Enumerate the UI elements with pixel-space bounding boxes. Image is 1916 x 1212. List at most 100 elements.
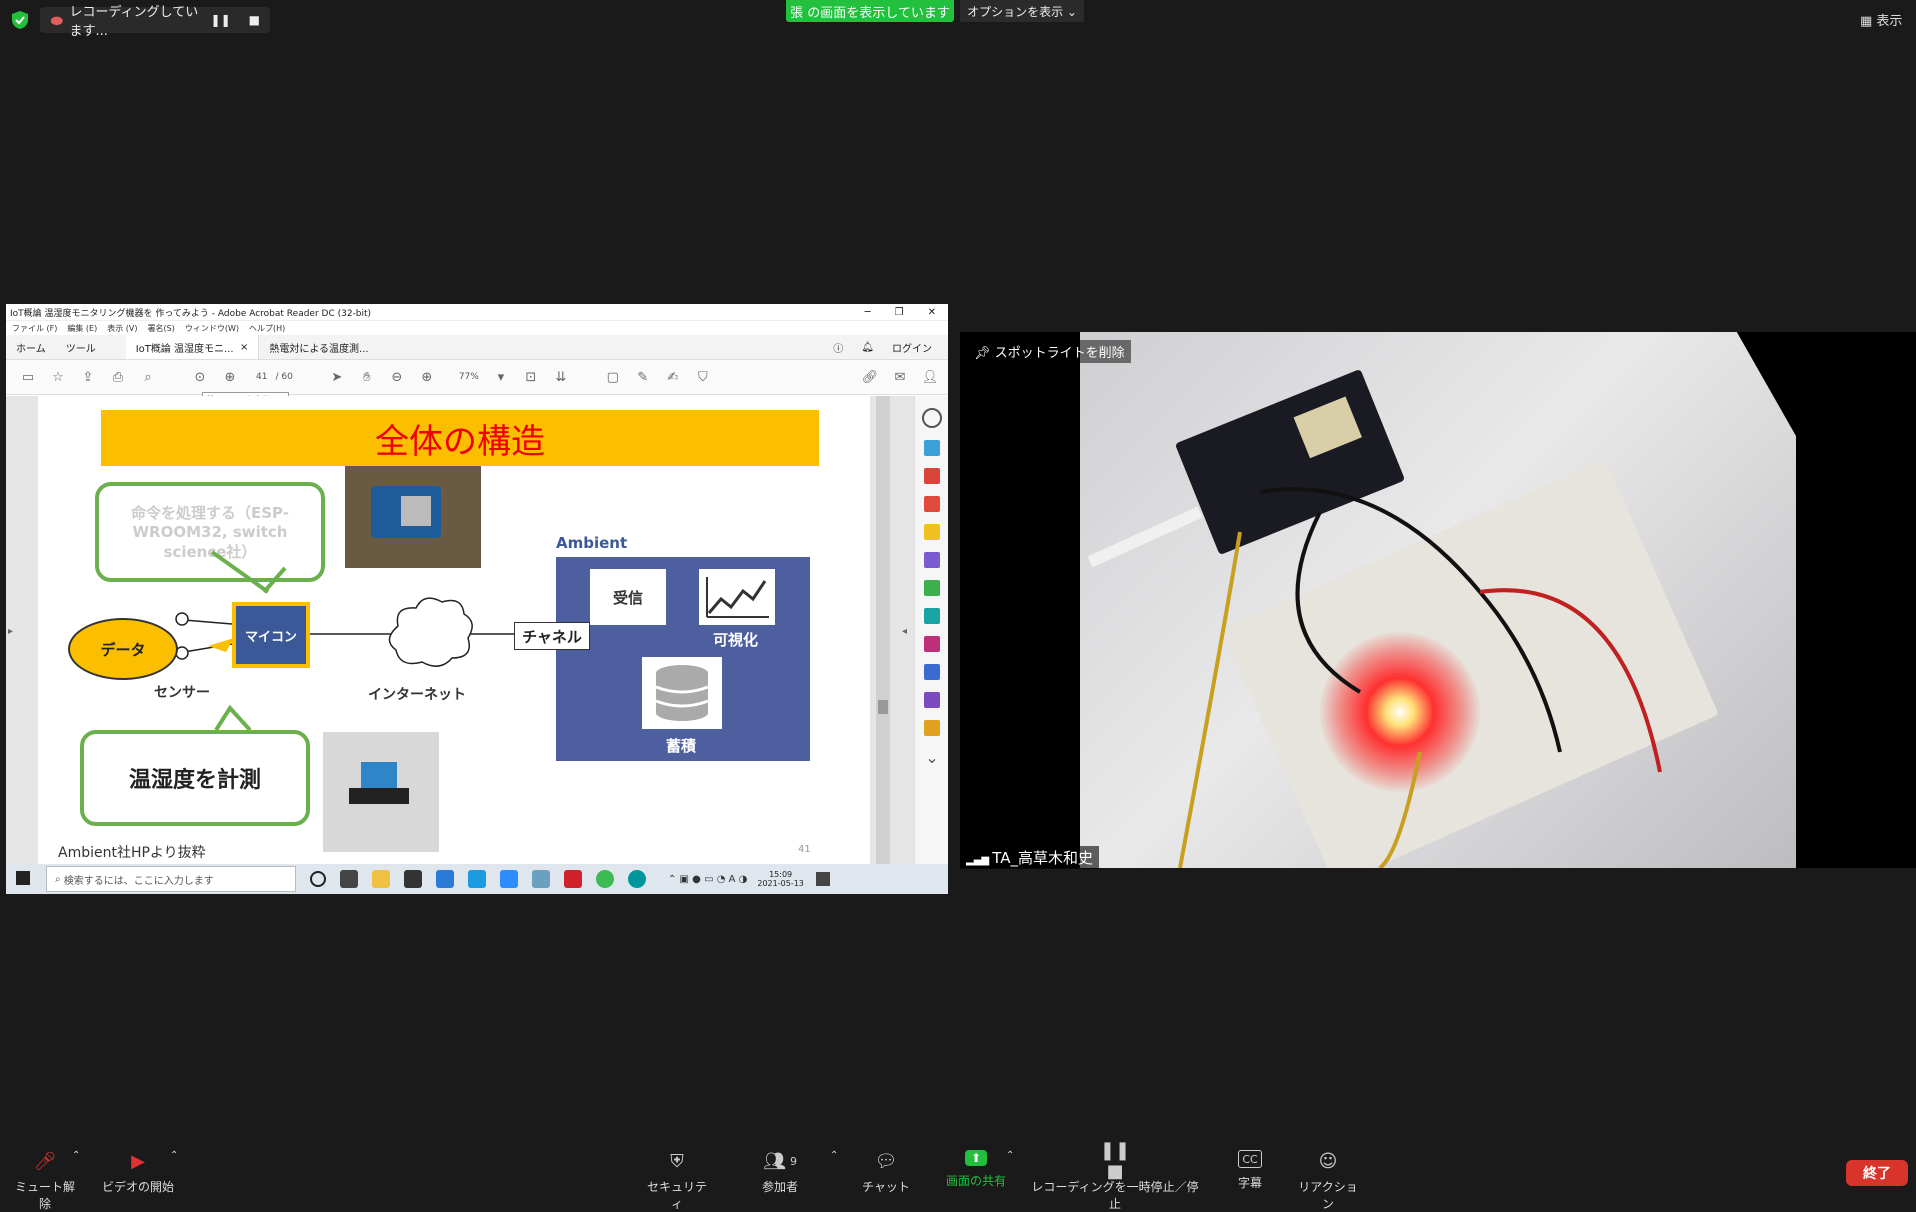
tab-doc-second[interactable]: 熱電対による温度測...: [259, 340, 378, 355]
chrome-icon[interactable]: [596, 870, 614, 888]
highlight-icon[interactable]: ✎: [635, 369, 651, 385]
right-collapse-icon[interactable]: ◂: [902, 626, 907, 637]
share-screen-button[interactable]: ⬆ 画面の共有: [940, 1150, 1012, 1189]
create-pdf-icon[interactable]: [924, 440, 940, 456]
cortana-icon[interactable]: [310, 871, 326, 887]
chevron-down-icon[interactable]: ▾: [493, 369, 509, 385]
remove-spotlight-button[interactable]: 📌︎ スポットライトを削除: [968, 340, 1131, 363]
scan-icon[interactable]: [924, 608, 940, 624]
tray-icons[interactable]: ⌃ ▣ ● ▭ ◔ A ◑: [668, 874, 747, 885]
explorer-icon[interactable]: [372, 870, 390, 888]
page-current[interactable]: 41: [256, 372, 267, 382]
mcu-label: マイコン: [244, 629, 297, 645]
chevron-up-icon: ⌃: [170, 1150, 179, 1161]
windows-start-icon[interactable]: [16, 871, 30, 885]
document-viewport[interactable]: ▸ 全体の構造 命令を処理する（ESP-WROOM32, switch scie…: [6, 396, 948, 864]
mail-icon[interactable]: ✉: [892, 369, 908, 385]
participants-options-chevron[interactable]: ⌃: [830, 1150, 838, 1161]
stamp-icon[interactable]: ⛉: [695, 369, 711, 385]
view-button[interactable]: ▦ 表示: [1860, 10, 1902, 29]
zoom-app-icon[interactable]: [500, 870, 518, 888]
more-tools-icon[interactable]: [924, 720, 940, 736]
security-button[interactable]: ⛨ セキュリティ: [646, 1150, 708, 1212]
login-link[interactable]: ログイン: [892, 340, 932, 355]
protect-icon[interactable]: [924, 664, 940, 680]
store-icon[interactable]: [404, 870, 422, 888]
captions-button[interactable]: CC 字幕: [1234, 1150, 1266, 1191]
acrobat-app-icon[interactable]: [564, 870, 582, 888]
hand-icon[interactable]: ✋︎: [359, 369, 375, 385]
help-icon[interactable]: ⓘ: [833, 340, 843, 355]
notification-icon[interactable]: [815, 872, 830, 886]
arduino-icon[interactable]: [628, 870, 646, 888]
zoom-in-icon[interactable]: ⊕: [419, 369, 435, 385]
vertical-scrollbar[interactable]: [876, 396, 890, 864]
zoom-search-icon[interactable]: ⌕: [140, 369, 156, 385]
add-user-icon[interactable]: 👤︎: [922, 369, 939, 385]
chat-button[interactable]: 💬︎ チャット: [858, 1150, 914, 1195]
video-options-chevron[interactable]: ⌃: [170, 1150, 178, 1161]
pause-recording-icon[interactable]: ❚❚: [211, 13, 231, 27]
menu-sign[interactable]: 署名(S): [148, 323, 175, 334]
unmute-button[interactable]: 🎤︎ ミュート解除: [12, 1150, 78, 1212]
close-tab-icon[interactable]: ×: [240, 342, 248, 353]
export-pdf-icon[interactable]: [924, 496, 940, 512]
tab-tools[interactable]: ツール: [56, 340, 106, 355]
minimize-icon[interactable]: ─: [865, 307, 871, 318]
menu-file[interactable]: ファイル (F): [12, 323, 57, 334]
menu-help[interactable]: ヘルプ(H): [249, 323, 285, 334]
audio-options-chevron[interactable]: ⌃: [72, 1150, 80, 1161]
taskbar-search[interactable]: ⌕ 検索するには、ここに入力します: [46, 866, 296, 892]
taskbar-clock[interactable]: 15:09 2021-05-13: [757, 870, 804, 888]
comment-tool-icon[interactable]: [924, 524, 940, 540]
photos-icon[interactable]: [532, 870, 550, 888]
upload-icon[interactable]: ⇪: [80, 369, 96, 385]
fit-page-icon[interactable]: ⊡: [523, 369, 539, 385]
zoom-level[interactable]: 77%: [459, 372, 479, 382]
view-options-button[interactable]: オプションを表示 ⌄: [960, 0, 1084, 22]
select-cursor-icon[interactable]: ➤: [329, 369, 345, 385]
tools-sidebar: ⌄: [914, 396, 948, 864]
zoom-tool-icon[interactable]: [922, 408, 942, 428]
tab-doc-active[interactable]: IoT概論 温湿度モニ... ×: [125, 335, 260, 359]
prev-page-icon[interactable]: ⊙: [192, 369, 208, 385]
restore-icon[interactable]: ❐: [895, 307, 904, 318]
end-meeting-button[interactable]: 終了: [1846, 1160, 1908, 1186]
stop-recording-icon[interactable]: ■: [249, 13, 260, 27]
reactions-button[interactable]: ☺ リアクション: [1296, 1150, 1360, 1212]
share-options-chevron[interactable]: ⌃: [1006, 1150, 1014, 1161]
participants-button[interactable]: 👥︎ 9 参加者: [752, 1150, 808, 1195]
next-page-icon[interactable]: ⊕: [222, 369, 238, 385]
tab-home[interactable]: ホーム: [6, 340, 56, 355]
bell-icon[interactable]: 🔔︎: [861, 342, 874, 353]
zoom-out-icon[interactable]: ⊖: [389, 369, 405, 385]
pause-stop-recording-button[interactable]: ❚❚ ■ レコーディングを一時停止／停止: [1030, 1140, 1200, 1212]
fill-sign-icon[interactable]: [924, 636, 940, 652]
left-collapse-icon[interactable]: ▸: [8, 626, 13, 637]
comment-icon[interactable]: ▢: [605, 369, 621, 385]
task-view-icon[interactable]: [340, 870, 358, 888]
sign-icon[interactable]: ✍︎: [665, 369, 681, 385]
edit-pdf-icon[interactable]: [924, 580, 940, 596]
request-signature-icon[interactable]: [924, 692, 940, 708]
print-icon[interactable]: ⎙: [110, 369, 126, 385]
star-icon[interactable]: ☆: [50, 369, 66, 385]
shield-icon[interactable]: [10, 10, 30, 30]
source-note: Ambient社HPより抜粋: [58, 845, 206, 861]
menu-edit[interactable]: 編集 (E): [67, 323, 97, 334]
scroll-mode-icon[interactable]: ⇊: [553, 369, 569, 385]
link-icon[interactable]: 🔗︎: [862, 369, 879, 385]
menu-view[interactable]: 表示 (V): [107, 323, 137, 334]
combine-files-icon[interactable]: [924, 552, 940, 568]
mail-app-icon[interactable]: [436, 870, 454, 888]
expand-tools-icon[interactable]: ⌄: [924, 748, 940, 767]
start-video-button[interactable]: ▶︎ ビデオの開始: [102, 1150, 174, 1195]
line-icon[interactable]: [468, 870, 486, 888]
organize-pages-icon[interactable]: [924, 468, 940, 484]
close-icon[interactable]: ✕: [928, 307, 936, 318]
save-icon[interactable]: ▭: [20, 369, 36, 385]
menu-window[interactable]: ウィンドウ(W): [185, 323, 239, 334]
spotlight-video[interactable]: [960, 332, 1916, 868]
windows-taskbar: ⌕ 検索するには、ここに入力します ⌃ ▣ ● ▭ ◔ A ◑ 15:09 20…: [6, 864, 948, 894]
chevron-up-icon: ⌃: [1006, 1150, 1015, 1161]
